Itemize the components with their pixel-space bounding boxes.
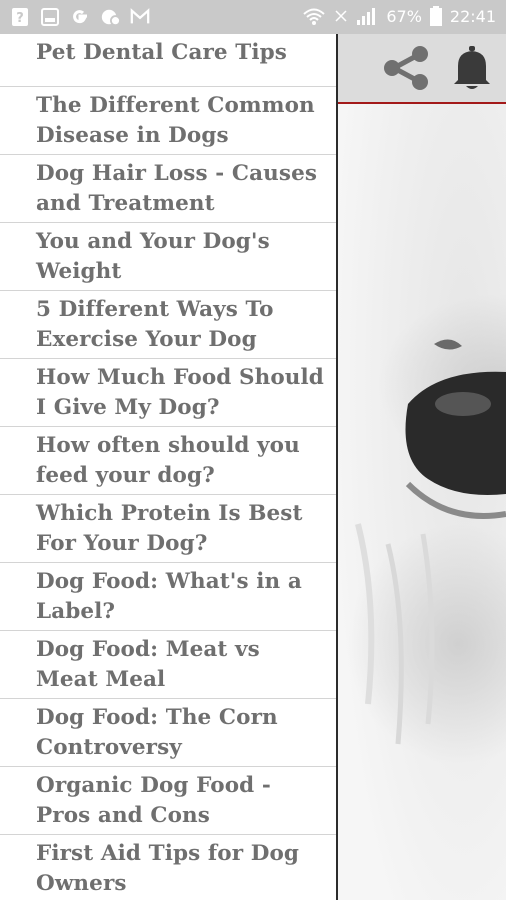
google-icon [70, 7, 90, 27]
wifi-icon [303, 8, 325, 25]
drawer-menu-list: Pet Dental Care Tips The Different Commo… [0, 34, 336, 900]
menu-item-how-much-food[interactable]: How Much Food Should I Give My Dog? [0, 359, 336, 427]
image-icon [40, 7, 60, 27]
battery-percentage: 67% [386, 6, 422, 26]
menu-item-dog-weight[interactable]: You and Your Dog's Weight [0, 223, 336, 291]
signal-muted-icon [335, 10, 347, 22]
menu-item-hair-loss[interactable]: Dog Hair Loss - Causes and Treatment [0, 155, 336, 223]
menu-item-best-protein[interactable]: Which Protein Is Best For Your Dog? [0, 495, 336, 563]
menu-item-exercise[interactable]: 5 Different Ways To Exercise Your Dog [0, 291, 336, 359]
app-content [338, 34, 506, 900]
menu-item-organic-food[interactable]: Organic Dog Food - Pros and Cons [0, 767, 336, 835]
svg-text:?: ? [16, 11, 24, 26]
menu-item-corn-controversy[interactable]: Dog Food: The Corn Controversy [0, 699, 336, 767]
menu-item-how-often-feed[interactable]: How often should you feed your dog? [0, 427, 336, 495]
help-icon: ? [10, 7, 30, 27]
menu-item-pet-dental-care-tips[interactable]: Pet Dental Care Tips [0, 34, 336, 87]
signal-icon [357, 8, 376, 25]
status-bar: ? 67% 22:41 [0, 0, 506, 34]
dog-photo [338, 104, 506, 900]
bell-icon[interactable] [450, 44, 494, 92]
menu-item-first-aid[interactable]: First Aid Tips for Dog Owners [0, 835, 336, 900]
navigation-drawer: Pet Dental Care Tips The Different Commo… [0, 34, 338, 900]
clock-time: 22:41 [449, 6, 496, 26]
notification-icons: ? [10, 7, 150, 27]
menu-item-common-disease[interactable]: The Different Common Disease in Dogs [0, 87, 336, 155]
menu-item-meat-vs-meal[interactable]: Dog Food: Meat vs Meat Meal [0, 631, 336, 699]
chat-icon [100, 7, 120, 27]
menu-item-food-label[interactable]: Dog Food: What's in a Label? [0, 563, 336, 631]
system-status: 67% 22:41 [302, 6, 496, 26]
gmail-icon [130, 7, 150, 27]
app-toolbar [338, 34, 506, 104]
battery-icon [429, 6, 442, 26]
share-icon[interactable] [380, 44, 432, 92]
